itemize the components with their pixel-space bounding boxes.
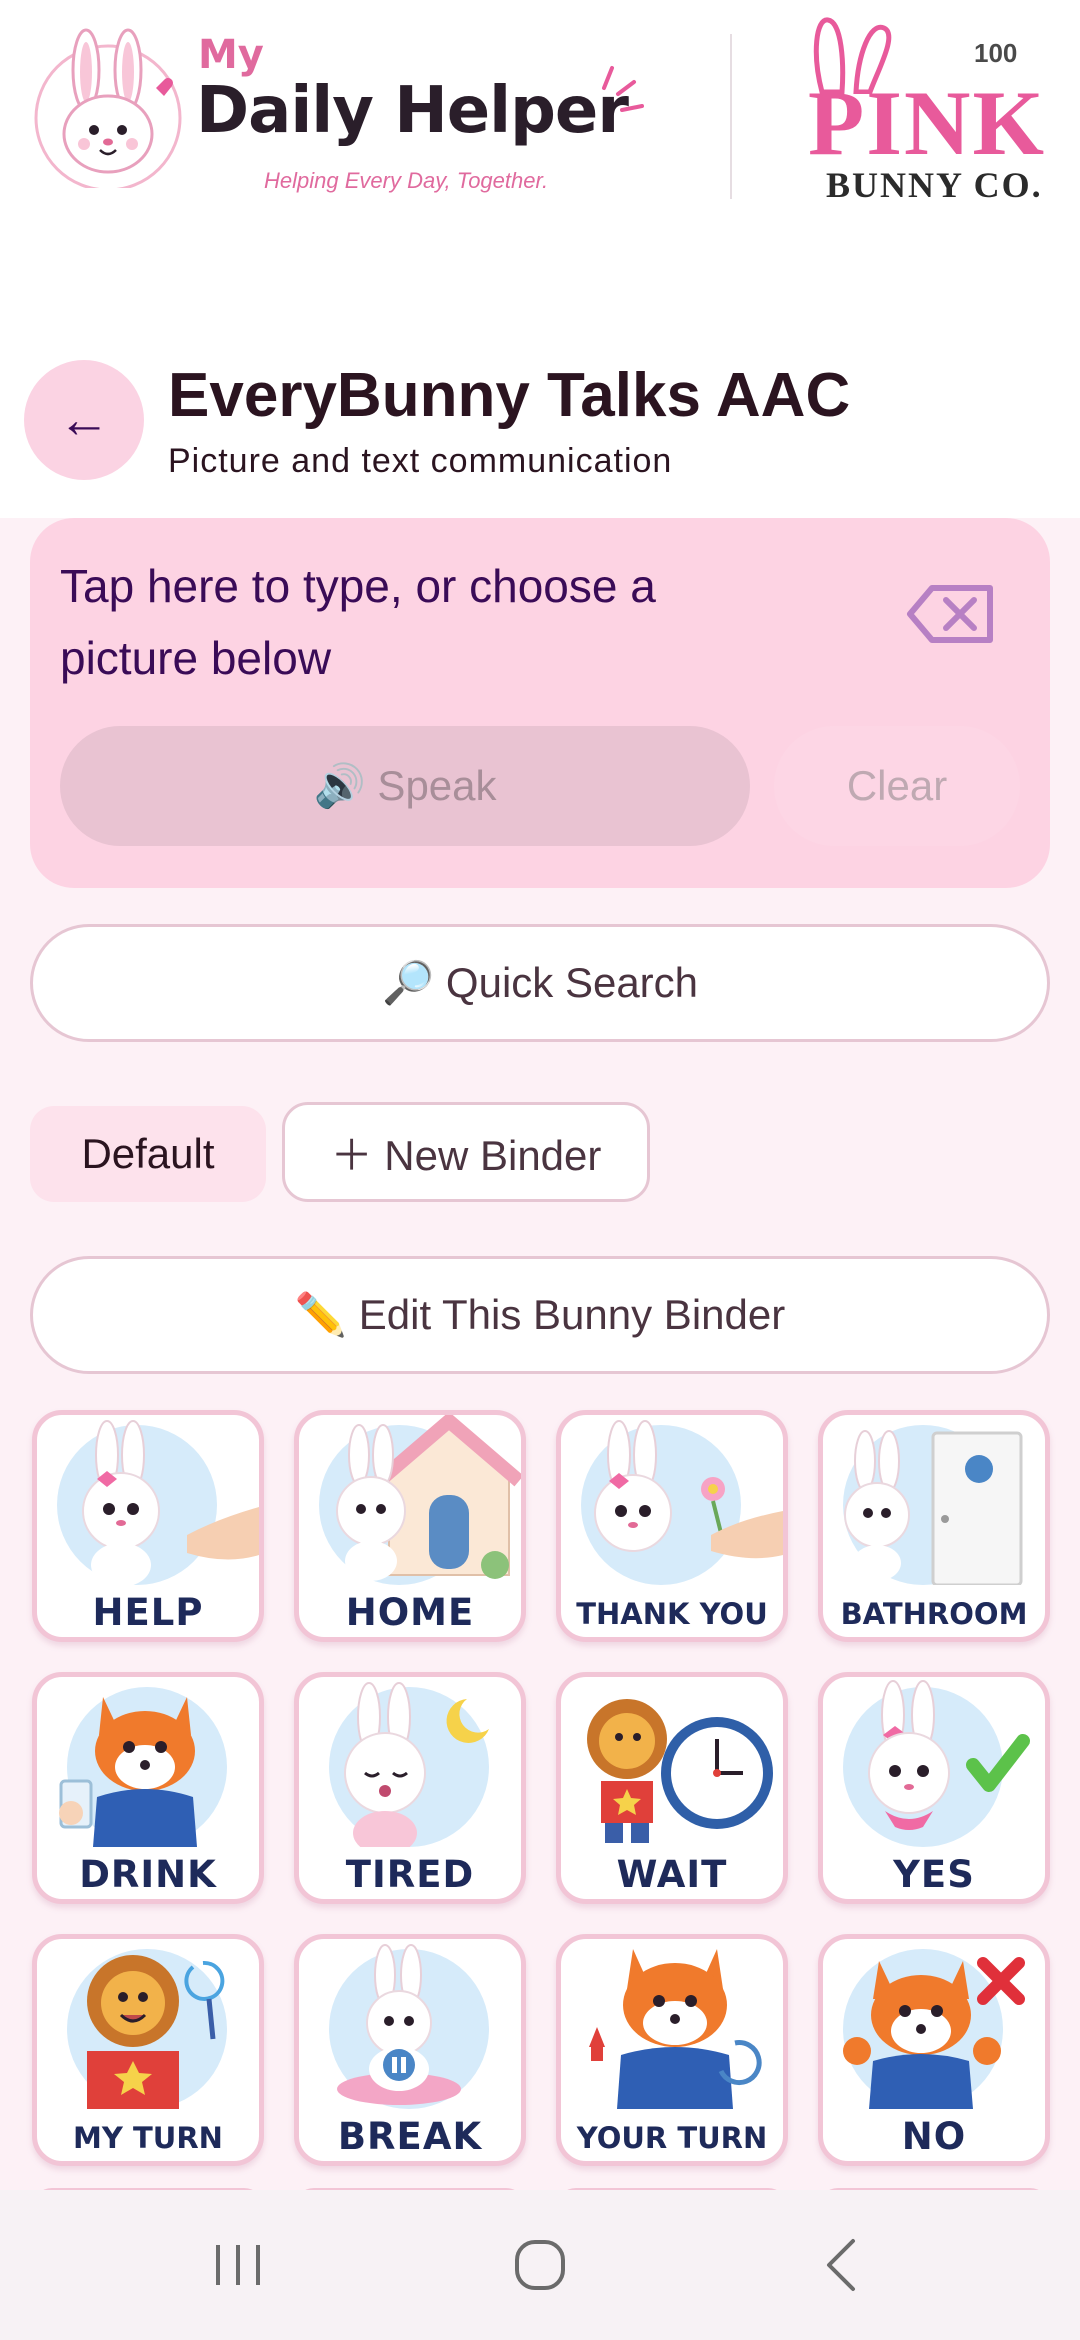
- bunny-bathroom-illustration: [843, 1425, 1023, 1585]
- tile-drink[interactable]: DRINK: [32, 1672, 264, 1904]
- tile-label: HELP: [92, 1591, 204, 1634]
- message-composer: Tap here to type, or choose a picture be…: [30, 518, 1050, 888]
- tile-label: YES: [893, 1853, 975, 1896]
- lion-my-turn-illustration: [67, 1949, 227, 2109]
- sparkle-icon: [602, 66, 644, 112]
- tile-label: YOUR TURN: [576, 2121, 768, 2155]
- tile-label: WAIT: [616, 1853, 728, 1896]
- bunny-yes-illustration: [843, 1680, 1030, 1847]
- backspace-icon[interactable]: [906, 582, 996, 646]
- back-button[interactable]: ←: [24, 360, 144, 480]
- brand-divider: [730, 34, 732, 199]
- brand-title: Daily Helper: [196, 74, 629, 148]
- tile-yes[interactable]: YES: [818, 1672, 1050, 1904]
- bunny-home-illustration: [319, 1415, 521, 1585]
- edit-binder-button[interactable]: ✏️ Edit This Bunny Binder: [30, 1256, 1050, 1374]
- speak-button[interactable]: 🔊 Speak: [60, 726, 750, 846]
- tile-thank-you[interactable]: THANK YOU: [556, 1410, 788, 1642]
- app-header: ← EveryBunny Talks AAC Picture and text …: [0, 340, 1080, 520]
- page-title: EveryBunny Talks AAC: [168, 361, 851, 430]
- brand-my: My: [198, 32, 264, 78]
- tile-label: THANK YOU: [576, 1597, 768, 1631]
- home-button[interactable]: [440, 2190, 640, 2340]
- tile-wait[interactable]: WAIT: [556, 1672, 788, 1904]
- brand-badge-number: 100: [974, 38, 1018, 68]
- back-arrow-icon: ←: [58, 391, 110, 449]
- recent-apps-button[interactable]: [138, 2190, 338, 2340]
- tile-tired[interactable]: TIRED: [294, 1672, 526, 1904]
- home-circle-icon: [515, 2240, 565, 2290]
- brand-pink-word: PINK: [808, 72, 1046, 174]
- tile-label: HOME: [345, 1591, 475, 1634]
- system-navigation-bar: [0, 2190, 1080, 2340]
- bunny-logo-icon: [34, 28, 182, 188]
- lion-wait-illustration: [587, 1699, 773, 1843]
- tile-no[interactable]: NO: [818, 1934, 1050, 2166]
- tile-your-turn[interactable]: YOUR TURN: [556, 1934, 788, 2166]
- tile-bathroom[interactable]: BATHROOM: [818, 1410, 1050, 1642]
- brand-tagline: Helping Every Day, Together.: [264, 168, 549, 193]
- main-content: Tap here to type, or choose a picture be…: [0, 518, 1080, 2190]
- fox-no-illustration: [843, 1949, 1025, 2109]
- tile-break[interactable]: BREAK: [294, 1934, 526, 2166]
- tile-label: BATHROOM: [840, 1597, 1028, 1631]
- fox-your-turn-illustration: [589, 1949, 762, 2109]
- fox-drink-illustration: [59, 1687, 227, 1847]
- tile-label: TIRED: [345, 1853, 475, 1896]
- message-input[interactable]: Tap here to type, or choose a picture be…: [60, 550, 760, 694]
- clear-button[interactable]: Clear: [774, 726, 1020, 846]
- page-subtitle: Picture and text communication: [168, 442, 673, 480]
- tile-label: NO: [901, 2115, 967, 2158]
- bunny-help-illustration: [57, 1420, 259, 1585]
- tile-help[interactable]: HELP: [32, 1410, 264, 1642]
- daily-helper-logo: My Daily Helper Helping Every Day, Toget…: [28, 18, 648, 198]
- new-binder-button[interactable]: ＋ New Binder: [282, 1102, 650, 1202]
- tile-home[interactable]: HOME: [294, 1410, 526, 1642]
- recent-apps-icon: [216, 2245, 260, 2285]
- bunny-thank-you-illustration: [581, 1420, 783, 1585]
- pink-bunny-co-logo: 100 PINK BUNNY CO.: [808, 14, 1068, 214]
- tile-my-turn[interactable]: MY TURN: [32, 1934, 264, 2166]
- binder-tab-default[interactable]: Default: [30, 1106, 266, 1202]
- bunny-break-illustration: [329, 1944, 489, 2109]
- nav-back-button[interactable]: [742, 2190, 942, 2340]
- quick-search-button[interactable]: 🔎 Quick Search: [30, 924, 1050, 1042]
- tile-label: BREAK: [337, 2115, 483, 2158]
- tile-label: DRINK: [79, 1853, 217, 1896]
- bunny-tired-illustration: [329, 1682, 489, 1847]
- brand-bunny-co: BUNNY CO.: [826, 165, 1043, 205]
- tile-label: MY TURN: [73, 2121, 223, 2155]
- chevron-left-icon: [827, 2239, 855, 2291]
- brand-banner: My Daily Helper Helping Every Day, Toget…: [0, 0, 1080, 220]
